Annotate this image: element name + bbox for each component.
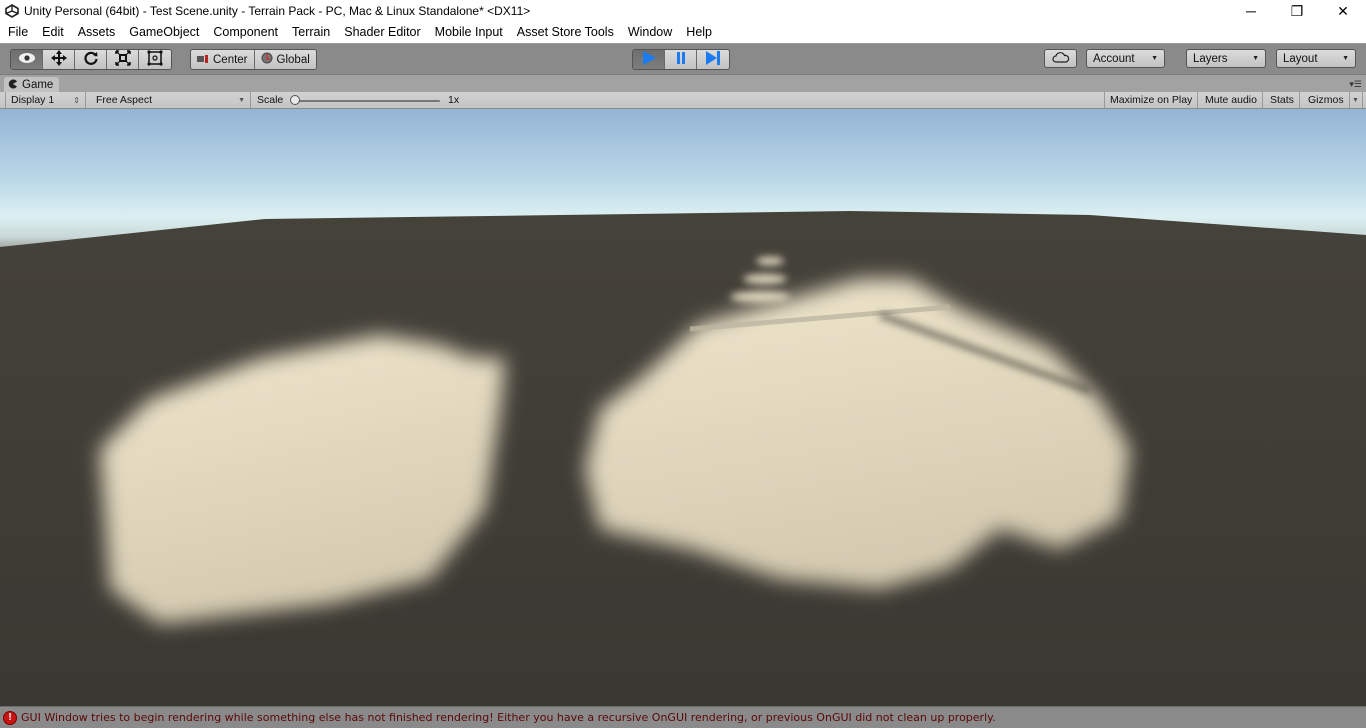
pivot-mode-label: Center bbox=[213, 53, 248, 66]
menu-gameobject[interactable]: GameObject bbox=[122, 22, 206, 43]
tab-game-label: Game bbox=[22, 79, 54, 91]
display-label: Display 1 bbox=[11, 94, 55, 106]
gizmos-toggle[interactable]: Gizmos bbox=[1303, 92, 1350, 108]
dropdown-arrow-icon: ▼ bbox=[1352, 96, 1359, 104]
menu-bar: File Edit Assets GameObject Component Te… bbox=[0, 22, 1366, 43]
main-toolbar: Center Global Account ▼ Layers ▼ Layout … bbox=[0, 43, 1366, 74]
game-scene-render bbox=[0, 109, 1366, 706]
dropdown-arrow-icon: ▼ bbox=[1342, 55, 1349, 62]
transform-tools bbox=[10, 49, 172, 70]
gizmos-label: Gizmos bbox=[1308, 94, 1344, 106]
menu-window[interactable]: Window bbox=[621, 22, 679, 43]
stats-label: Stats bbox=[1270, 94, 1294, 106]
window-title: Unity Personal (64bit) - Test Scene.unit… bbox=[24, 4, 531, 18]
play-controls bbox=[632, 49, 730, 70]
layout-dropdown[interactable]: Layout ▼ bbox=[1276, 49, 1356, 68]
account-dropdown[interactable]: Account ▼ bbox=[1086, 49, 1165, 68]
menu-edit[interactable]: Edit bbox=[35, 22, 71, 43]
menu-assets[interactable]: Assets bbox=[71, 22, 123, 43]
console-status-bar[interactable]: ! GUI Window tries to begin rendering wh… bbox=[0, 706, 1366, 728]
scale-label: Scale bbox=[257, 94, 284, 106]
unity-logo-icon bbox=[4, 3, 20, 19]
step-button[interactable] bbox=[697, 50, 729, 69]
aspect-label: Free Aspect bbox=[96, 94, 153, 106]
tab-context-menu-icon[interactable]: ▾☰ bbox=[1349, 79, 1362, 90]
rect-transform-icon bbox=[147, 50, 163, 69]
dropdown-arrow-icon: ▼ bbox=[1252, 55, 1259, 62]
pause-button[interactable] bbox=[665, 50, 697, 69]
pivot-rotation-toggle[interactable]: Global bbox=[254, 50, 316, 69]
layers-label: Layers bbox=[1193, 52, 1228, 65]
minimize-button[interactable]: ─ bbox=[1228, 0, 1274, 22]
globe-icon bbox=[261, 52, 273, 67]
menu-mobile-input[interactable]: Mobile Input bbox=[428, 22, 510, 43]
scale-value: 1x bbox=[448, 94, 460, 106]
mute-audio-label: Mute audio bbox=[1205, 94, 1257, 106]
maximize-on-play-label: Maximize on Play bbox=[1110, 94, 1193, 106]
mute-audio-toggle[interactable]: Mute audio bbox=[1200, 92, 1263, 108]
title-bar: Unity Personal (64bit) - Test Scene.unit… bbox=[0, 0, 1366, 22]
scale-icon bbox=[114, 50, 131, 69]
close-button[interactable]: ✕ bbox=[1320, 0, 1366, 22]
pivot-rotation-label: Global bbox=[276, 53, 310, 66]
scale-slider-track[interactable] bbox=[296, 100, 440, 102]
rect-tool-button[interactable] bbox=[139, 50, 171, 69]
move-arrows-icon bbox=[50, 50, 67, 69]
dropdown-arrow-icon: ▼ bbox=[238, 96, 245, 104]
pause-icon bbox=[675, 51, 687, 68]
cloud-button[interactable] bbox=[1044, 49, 1077, 68]
layers-dropdown[interactable]: Layers ▼ bbox=[1186, 49, 1266, 68]
hand-view-tool-button[interactable] bbox=[11, 50, 43, 69]
play-icon bbox=[642, 51, 656, 68]
minimize-icon: ─ bbox=[1246, 3, 1256, 19]
menu-help[interactable]: Help bbox=[679, 22, 719, 43]
menu-shader-editor[interactable]: Shader Editor bbox=[337, 22, 427, 43]
display-select[interactable]: Display 1 ⇕ bbox=[5, 92, 86, 108]
step-icon bbox=[705, 51, 721, 68]
stats-toggle[interactable]: Stats bbox=[1265, 92, 1300, 108]
tab-game[interactable]: Game bbox=[4, 77, 60, 93]
restore-button[interactable]: ❐ bbox=[1274, 0, 1320, 22]
move-tool-button[interactable] bbox=[43, 50, 75, 69]
game-view-toolbar: Display 1 ⇕ Free Aspect ▼ Scale 1x Maxim… bbox=[0, 92, 1366, 109]
play-button[interactable] bbox=[633, 50, 665, 69]
updown-arrow-icon: ⇕ bbox=[73, 95, 80, 105]
eye-icon bbox=[18, 52, 36, 67]
game-controller-icon bbox=[8, 79, 18, 92]
status-message: GUI Window tries to begin rendering whil… bbox=[21, 711, 996, 724]
rotate-tool-button[interactable] bbox=[75, 50, 107, 69]
aspect-select[interactable]: Free Aspect ▼ bbox=[91, 92, 251, 108]
menu-terrain[interactable]: Terrain bbox=[285, 22, 337, 43]
menu-component[interactable]: Component bbox=[206, 22, 285, 43]
maximize-on-play-toggle[interactable]: Maximize on Play bbox=[1104, 92, 1199, 108]
pivot-controls: Center Global bbox=[190, 49, 317, 70]
rotate-icon bbox=[83, 50, 99, 69]
cloud-icon bbox=[1051, 51, 1070, 66]
close-icon: ✕ bbox=[1337, 2, 1349, 19]
layout-label: Layout bbox=[1283, 52, 1318, 65]
restore-icon: ❐ bbox=[1290, 2, 1304, 19]
error-icon: ! bbox=[3, 710, 17, 725]
gizmos-dropdown[interactable]: ▼ bbox=[1349, 92, 1363, 108]
menu-file[interactable]: File bbox=[1, 22, 35, 43]
menu-asset-store-tools[interactable]: Asset Store Tools bbox=[510, 22, 621, 43]
dropdown-arrow-icon: ▼ bbox=[1151, 55, 1158, 62]
pivot-center-icon bbox=[197, 54, 209, 66]
game-tab-bar: Game ▾☰ bbox=[0, 74, 1366, 93]
pivot-mode-toggle[interactable]: Center bbox=[191, 50, 255, 69]
game-viewport[interactable] bbox=[0, 109, 1366, 706]
scale-slider-thumb[interactable] bbox=[290, 95, 300, 105]
account-label: Account bbox=[1093, 52, 1135, 65]
scale-tool-button[interactable] bbox=[107, 50, 139, 69]
